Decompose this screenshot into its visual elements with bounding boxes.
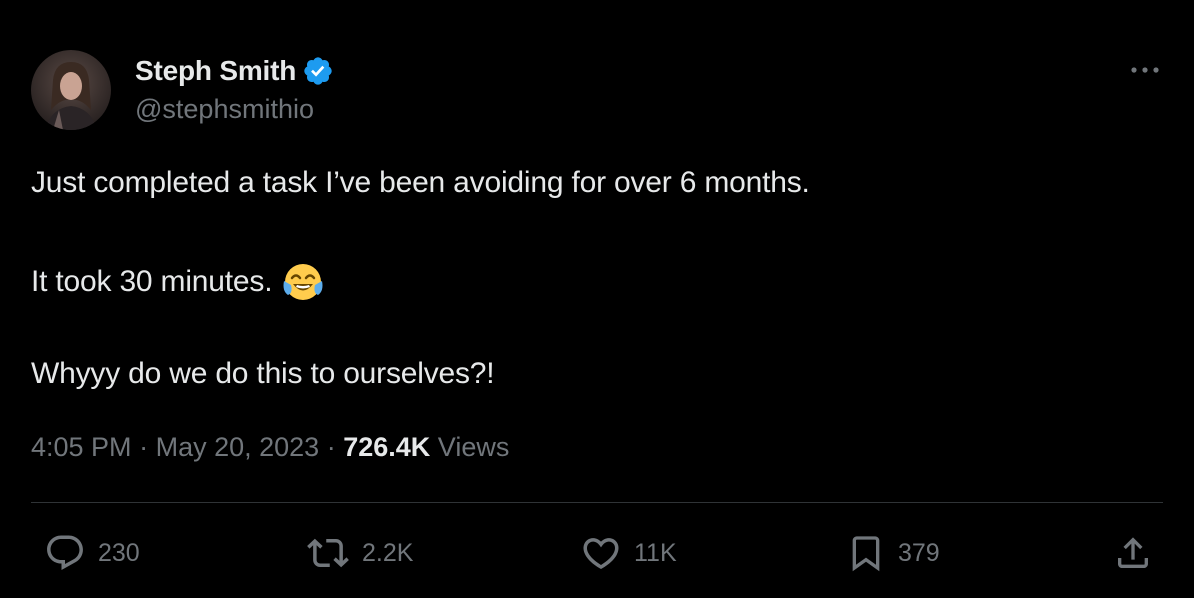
- reply-icon: [47, 535, 83, 570]
- retweet-count: 2.2K: [362, 538, 414, 567]
- like-count: 11K: [634, 538, 677, 567]
- tweet-text-line: It took 30 minutes.: [31, 265, 273, 298]
- bookmark-icon: [852, 536, 880, 572]
- retweet-icon: [307, 538, 349, 568]
- heart-icon: [583, 538, 619, 570]
- tweet-time[interactable]: 4:05 PM: [31, 432, 132, 462]
- share-icon: [1118, 537, 1148, 568]
- tweet-text-line: Whyyy do we do this to ourselves?!: [31, 357, 495, 390]
- share-button[interactable]: [1113, 532, 1153, 574]
- retweet-button[interactable]: 2.2K: [306, 532, 413, 574]
- author-name-row: Steph Smith: [135, 54, 334, 88]
- tweet-date[interactable]: May 20, 2023: [156, 432, 320, 462]
- meta-separator: ·: [326, 432, 344, 462]
- tweet-text-line: Just completed a task I’ve been avoiding…: [31, 166, 810, 199]
- reply-count: 230: [98, 538, 140, 567]
- divider: [31, 502, 1163, 503]
- views-label: Views: [437, 432, 510, 462]
- face-with-tears-of-joy-icon: [282, 261, 324, 303]
- tweet-text-line-with-emoji: It took 30 minutes.: [31, 261, 324, 303]
- avatar[interactable]: [31, 50, 111, 130]
- tweet-card: Steph Smith @stephsmithio Just completed…: [0, 0, 1194, 598]
- meta-separator: ·: [139, 432, 156, 462]
- more-options-icon[interactable]: [1125, 56, 1165, 84]
- bookmark-count: 379: [898, 538, 940, 567]
- verified-badge-icon[interactable]: [302, 55, 334, 87]
- bookmark-button[interactable]: 379: [846, 532, 940, 574]
- reply-button[interactable]: 230: [44, 532, 140, 574]
- views-count: 726.4K: [343, 432, 431, 462]
- like-button[interactable]: 11K: [580, 532, 677, 574]
- author-display-name[interactable]: Steph Smith: [135, 55, 296, 87]
- tweet-metadata: 4:05 PM · May 20, 2023 · 726.4K Views: [31, 432, 509, 463]
- author-handle[interactable]: @stephsmithio: [135, 94, 314, 125]
